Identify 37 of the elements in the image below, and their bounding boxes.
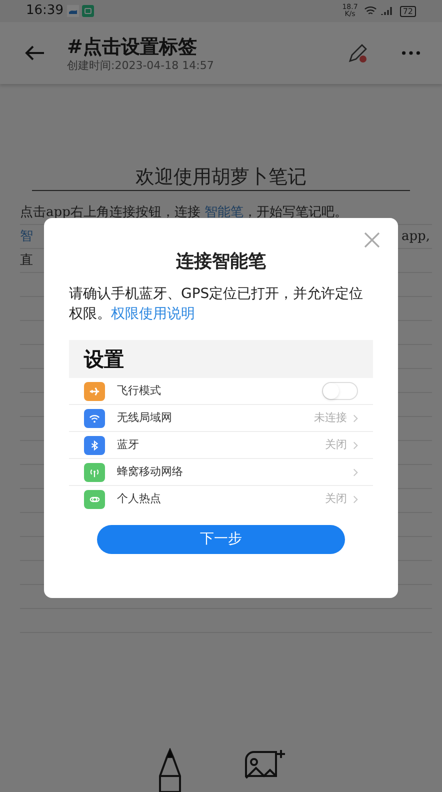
app-notification-icon — [67, 5, 80, 17]
note-line: 智 — [20, 228, 33, 246]
settings-label: 蓝牙 — [117, 436, 139, 453]
bluetooth-icon — [89, 440, 100, 450]
note-line: app, — [401, 228, 430, 246]
note-line: 直 — [20, 252, 33, 270]
back-arrow-icon[interactable] — [25, 45, 45, 61]
permission-link[interactable]: 权限使用说明 — [111, 306, 195, 322]
battery-indicator: 72 — [400, 6, 416, 16]
note-tag-title[interactable]: #点击设置标签 — [67, 34, 214, 58]
airplane-icon — [89, 386, 100, 396]
cellular-signal-icon — [380, 6, 394, 16]
more-icon[interactable] — [402, 51, 420, 55]
link-icon — [89, 494, 100, 505]
status-time: 16:39 — [26, 2, 64, 20]
created-time: 创建时间:2023-04-18 14:57 — [67, 58, 214, 72]
settings-heading: 设置 — [69, 340, 373, 378]
wifi-icon — [364, 6, 377, 16]
wifi-icon — [89, 412, 100, 424]
settings-label: 蜂窝移动网络 — [117, 464, 183, 480]
settings-label: 个人热点 — [117, 491, 161, 508]
settings-value: 关闭 — [325, 491, 347, 508]
antenna-icon — [89, 466, 100, 478]
chat-notification-icon — [82, 5, 94, 17]
settings-value: 未连接 — [314, 410, 347, 426]
chevron-right-icon — [353, 468, 358, 476]
settings-label: 飞行模式 — [117, 382, 161, 399]
chevron-right-icon — [353, 414, 358, 422]
chevron-right-icon — [353, 495, 358, 504]
settings-value: 关闭 — [325, 436, 347, 453]
chevron-right-icon — [353, 440, 358, 450]
note-line: 点击app右上角连接按钮，连接 智能笔，开始写笔记吧。 — [20, 204, 348, 222]
dialog-title: 连接智能笔 — [175, 250, 267, 274]
dialog-message: 请确认手机蓝牙、GPS定位已打开，并允许定位权限。权限使用说明 — [69, 285, 364, 324]
settings-label: 无线局域网 — [117, 410, 172, 426]
next-step-button[interactable]: 下一步 — [97, 525, 345, 554]
note-title: 欢迎使用胡萝卜笔记 — [32, 164, 410, 191]
